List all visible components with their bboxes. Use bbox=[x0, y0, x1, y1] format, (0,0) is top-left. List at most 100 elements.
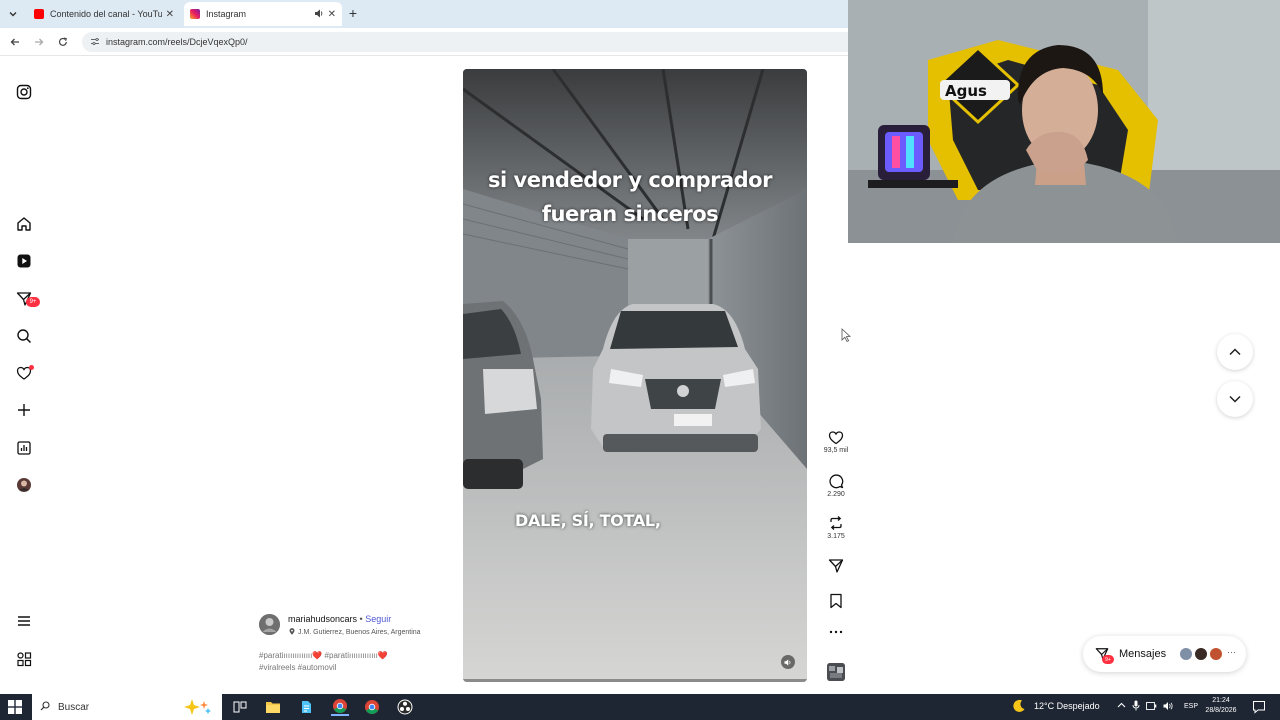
url-text: instagram.com/reels/DcjeVqexQp0/ bbox=[106, 37, 248, 47]
caption-line-1: si vendedor y comprador bbox=[488, 168, 772, 192]
create-plus-icon[interactable] bbox=[14, 400, 34, 420]
tab-title: Contenido del canal - YouTube bbox=[50, 9, 162, 19]
hashtags-line-1[interactable]: #paratiııııııııııııı❤️ #paratiıııııııııı… bbox=[259, 650, 459, 662]
comment-action[interactable]: 2.290 bbox=[820, 473, 852, 498]
tab-instagram[interactable]: Instagram ✕ bbox=[184, 2, 342, 26]
repost-icon[interactable] bbox=[828, 515, 844, 531]
clock-date: 28/8/2026 bbox=[1205, 707, 1237, 714]
location-text: J.M. Gutierrez, Buenos Aires, Argentina bbox=[298, 629, 421, 636]
microphone-icon[interactable] bbox=[1132, 700, 1140, 713]
repost-action[interactable]: 3.175 bbox=[820, 515, 852, 540]
tray-chevron-up-icon[interactable] bbox=[1117, 701, 1126, 712]
heart-icon[interactable] bbox=[828, 430, 844, 445]
more-options-icon[interactable] bbox=[820, 630, 852, 634]
comment-icon[interactable] bbox=[828, 473, 844, 489]
task-view-icon[interactable] bbox=[231, 698, 249, 716]
webcam-overlay: Agus bbox=[848, 0, 1280, 243]
reels-icon[interactable] bbox=[14, 251, 34, 271]
contact-avatar bbox=[1194, 647, 1208, 661]
app-icon-blue[interactable] bbox=[297, 698, 315, 716]
chevron-down-icon bbox=[1229, 395, 1241, 403]
reel-hashtags: #paratiııııııııııııı❤️ #paratiıııııııııı… bbox=[259, 650, 459, 674]
svg-text:Agus: Agus bbox=[945, 82, 987, 100]
author-username[interactable]: mariahudsoncars bbox=[288, 614, 357, 624]
dashboard-icon[interactable] bbox=[14, 438, 34, 458]
meta-apps-icon[interactable] bbox=[14, 649, 34, 669]
back-arrow-icon[interactable] bbox=[7, 34, 23, 50]
notification-center-icon[interactable] bbox=[1252, 700, 1266, 714]
comments-count: 2.290 bbox=[827, 491, 845, 498]
reel-frame-image bbox=[463, 69, 807, 682]
search-icon bbox=[40, 700, 50, 714]
address-bar[interactable]: instagram.com/reels/DcjeVqexQp0/ bbox=[82, 32, 862, 52]
reel-caption-bottom: DALE, SÍ, TOTAL, bbox=[515, 511, 661, 530]
reel-caption-top: si vendedor y comprador fueran sinceros bbox=[463, 163, 797, 231]
notification-dot bbox=[29, 365, 34, 370]
taskbar-search-box[interactable]: Buscar bbox=[32, 694, 222, 720]
forward-arrow-icon[interactable] bbox=[31, 34, 47, 50]
close-tab-icon[interactable]: ✕ bbox=[328, 9, 336, 20]
contact-avatar bbox=[1179, 647, 1193, 661]
tab-youtube[interactable]: Contenido del canal - YouTube ✕ bbox=[28, 2, 180, 26]
search-icon[interactable] bbox=[14, 326, 34, 346]
webcam-image: Agus bbox=[848, 0, 1280, 243]
obs-icon[interactable] bbox=[396, 698, 414, 716]
taskbar-weather[interactable]: 12°C Despejado bbox=[1012, 699, 1100, 713]
more-menu-icon[interactable] bbox=[14, 611, 34, 631]
reload-icon[interactable] bbox=[55, 34, 71, 50]
chevron-up-icon bbox=[1229, 348, 1241, 356]
battery-icon[interactable] bbox=[1146, 701, 1157, 713]
more-contacts-icon: ··· bbox=[1227, 647, 1236, 657]
file-explorer-icon[interactable] bbox=[264, 698, 282, 716]
taskbar-search-placeholder: Buscar bbox=[58, 701, 90, 713]
likes-count: 93,5 mil bbox=[823, 447, 849, 454]
system-tray: ESP bbox=[1117, 700, 1198, 713]
profile-avatar[interactable] bbox=[14, 475, 34, 495]
previous-reel-button[interactable] bbox=[1217, 334, 1253, 370]
author-avatar[interactable] bbox=[259, 614, 280, 635]
reposts-count: 3.175 bbox=[827, 533, 845, 540]
author-line: mariahudsoncars • Seguir bbox=[288, 614, 391, 624]
messages-label: Mensajes bbox=[1119, 648, 1167, 660]
messages-badge: 9+ bbox=[1102, 655, 1114, 664]
reel-progress-bar[interactable] bbox=[463, 679, 807, 682]
share-action[interactable] bbox=[820, 558, 852, 574]
windows-start-icon[interactable] bbox=[8, 700, 22, 714]
volume-icon[interactable] bbox=[1163, 701, 1174, 713]
reel-video[interactable]: si vendedor y comprador fueran sinceros … bbox=[463, 69, 807, 682]
tab-title: Instagram bbox=[206, 9, 247, 19]
follow-button[interactable]: Seguir bbox=[365, 614, 391, 624]
youtube-icon bbox=[34, 9, 44, 19]
speaker-icon[interactable] bbox=[314, 9, 324, 20]
chrome-icon[interactable] bbox=[331, 698, 349, 716]
share-icon[interactable] bbox=[828, 558, 844, 574]
chrome-profile-icon[interactable] bbox=[363, 698, 381, 716]
author-location[interactable]: J.M. Gutierrez, Buenos Aires, Argentina bbox=[289, 628, 421, 636]
like-action[interactable]: 93,5 mil bbox=[820, 430, 852, 454]
messages-floating-button[interactable]: 9+ Mensajes ··· bbox=[1083, 636, 1246, 672]
author-separator: • bbox=[357, 614, 366, 624]
windows-taskbar: Buscar 12°C Despejado ESP 21:24 28/8/202… bbox=[0, 694, 1280, 720]
moon-icon bbox=[1013, 699, 1025, 712]
tab-search-chevron-icon[interactable] bbox=[4, 5, 22, 23]
instagram-logo-icon[interactable] bbox=[14, 82, 34, 102]
caption-line-2: fueran sinceros bbox=[541, 202, 719, 226]
audio-thumbnail[interactable] bbox=[827, 663, 845, 681]
save-action[interactable] bbox=[820, 593, 852, 609]
mouse-pointer-icon bbox=[841, 328, 851, 347]
new-tab-button[interactable]: + bbox=[345, 5, 361, 21]
hashtags-line-2[interactable]: #viralreels #automovil bbox=[259, 662, 459, 674]
bookmark-icon[interactable] bbox=[829, 593, 843, 609]
next-reel-button[interactable] bbox=[1217, 381, 1253, 417]
taskbar-clock[interactable]: 21:24 28/8/2026 bbox=[1198, 696, 1244, 716]
location-pin-icon bbox=[289, 628, 295, 635]
messages-badge: 9+ bbox=[26, 297, 40, 307]
weather-text: 12°C Despejado bbox=[1034, 701, 1100, 711]
mute-button[interactable] bbox=[781, 655, 795, 669]
close-tab-icon[interactable]: ✕ bbox=[166, 9, 174, 20]
home-icon[interactable] bbox=[14, 214, 34, 234]
sparkle-icon bbox=[178, 698, 214, 719]
site-info-icon[interactable] bbox=[90, 37, 100, 48]
language-indicator[interactable]: ESP bbox=[1184, 703, 1198, 710]
instagram-icon bbox=[190, 9, 200, 19]
